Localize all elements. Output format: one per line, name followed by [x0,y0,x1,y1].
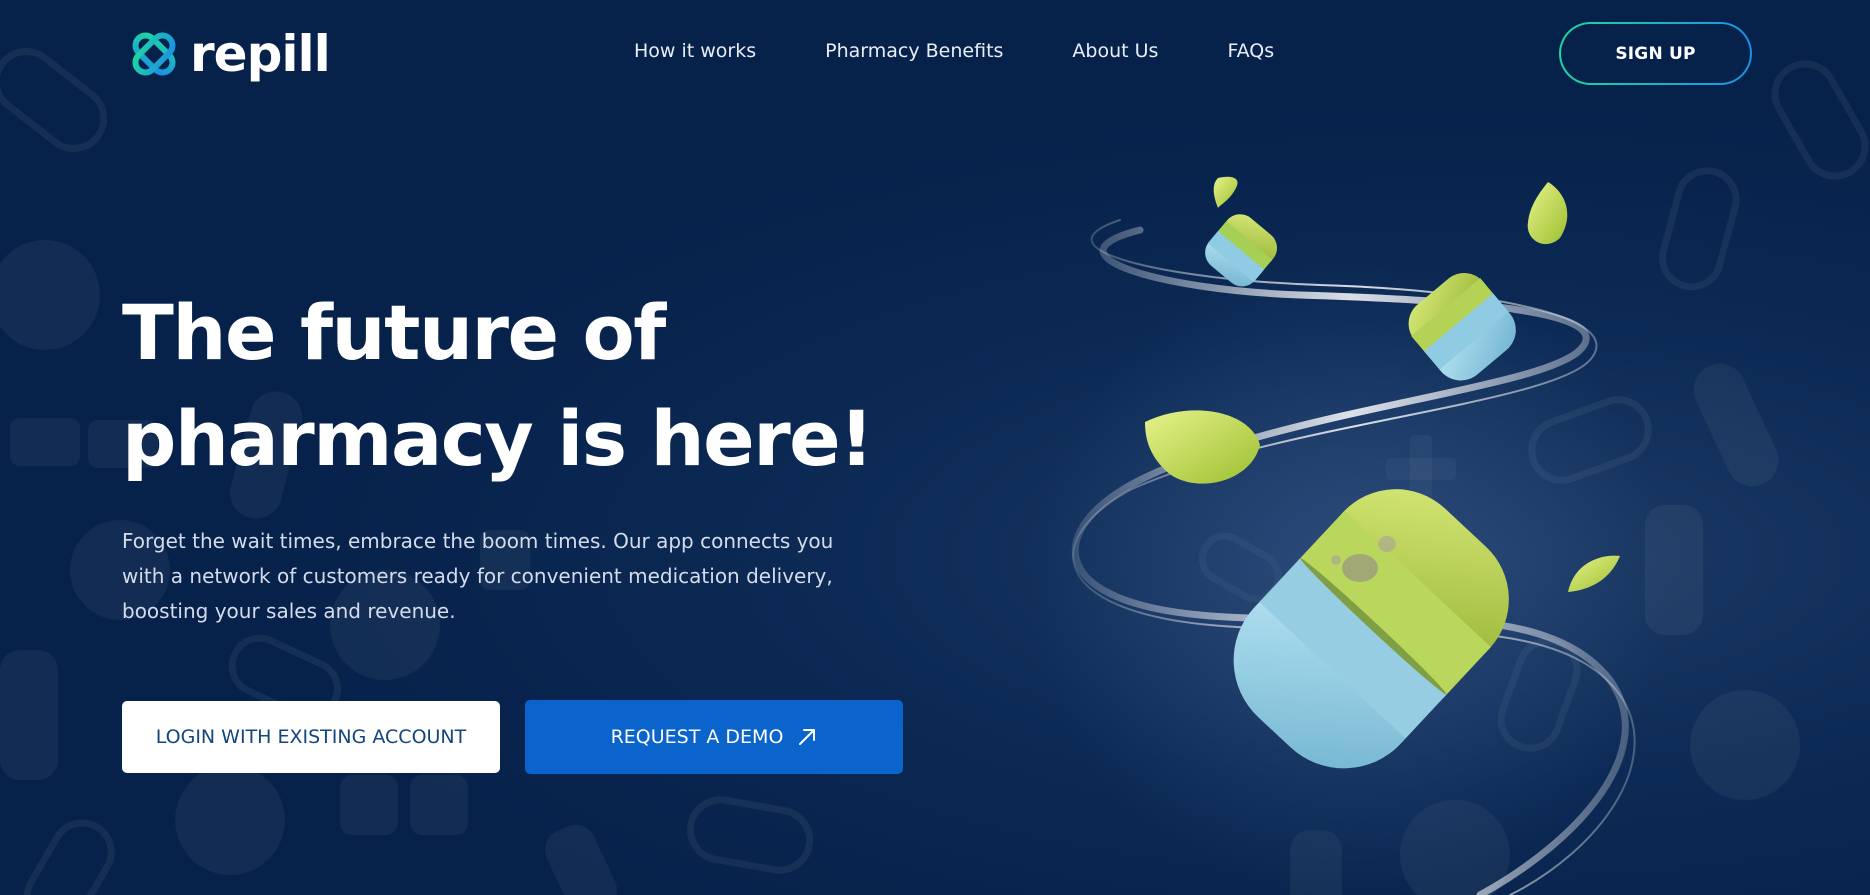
login-existing-account-button[interactable]: LOGIN WITH EXISTING ACCOUNT [122,701,500,773]
nav-faqs[interactable]: FAQs [1227,40,1274,62]
landing-page: repill How it works Pharmacy Benefits Ab… [0,0,1870,895]
nav-about-us[interactable]: About Us [1072,40,1158,62]
hero-title-line-2: pharmacy is here! [122,394,874,483]
brand-logo[interactable]: repill [128,25,331,83]
repill-logo-icon [132,32,176,76]
hero-title: The future of pharmacy is here! [122,280,882,492]
main-nav: How it works Pharmacy Benefits About Us … [634,40,1274,62]
arrow-up-right-icon [799,729,816,745]
nav-how-it-works[interactable]: How it works [634,40,756,62]
capsule-illustration [1030,176,1670,895]
nav-pharmacy-benefits[interactable]: Pharmacy Benefits [825,40,1003,62]
request-demo-label: REQUEST A DEMO [610,726,784,748]
brand-name: repill [190,25,331,83]
hero-description: Forget the wait times, embrace the boom … [122,529,834,623]
sign-up-button[interactable]: SIGN UP [1559,22,1752,85]
request-demo-button[interactable]: REQUEST A DEMO [525,700,903,774]
hero-title-line-1: The future of [122,288,666,377]
